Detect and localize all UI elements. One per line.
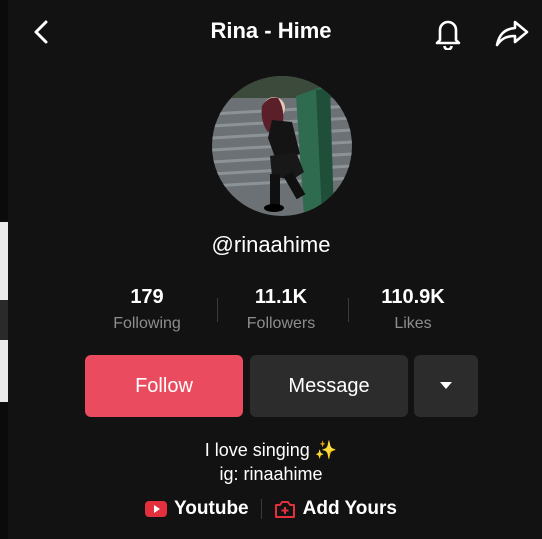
message-button[interactable]: Message xyxy=(250,355,408,417)
bell-icon xyxy=(435,20,461,50)
stat-value: 179 xyxy=(130,286,164,308)
add-yours-link-label: Add Yours xyxy=(302,498,397,519)
add-yours-icon xyxy=(274,501,295,518)
follow-button[interactable]: Follow xyxy=(85,355,243,417)
caret-down-icon xyxy=(440,382,452,389)
avatar-photo xyxy=(212,76,352,216)
youtube-icon xyxy=(145,501,168,517)
link-divider xyxy=(260,499,262,519)
profile-links: Youtube Add Yours xyxy=(0,496,542,522)
youtube-link[interactable]: Youtube xyxy=(145,498,249,520)
stat-value: 11.1K xyxy=(254,286,308,308)
bio-line: ig: rinaahime xyxy=(219,464,323,484)
stat-divider xyxy=(217,298,218,322)
stat-following[interactable]: 179 Following xyxy=(82,286,212,333)
profile-stats: 179 Following 11.1K Followers 110.9K Lik… xyxy=(0,286,542,342)
profile-bio: I love singing ✨ ig: rinaahime xyxy=(0,438,542,486)
username-handle: @rinaahime xyxy=(211,232,331,257)
stat-followers[interactable]: 11.1K Followers xyxy=(216,286,346,333)
share-button[interactable] xyxy=(490,13,534,53)
bio-line: I love singing ✨ xyxy=(204,440,338,460)
share-icon xyxy=(495,20,529,47)
stat-label: Likes xyxy=(394,315,432,332)
stat-label: Followers xyxy=(246,315,316,332)
stat-label: Following xyxy=(113,315,181,332)
add-yours-link[interactable]: Add Yours xyxy=(274,498,397,520)
profile-avatar[interactable] xyxy=(212,76,352,216)
youtube-link-label: Youtube xyxy=(174,498,249,519)
stat-likes[interactable]: 110.9K Likes xyxy=(348,286,478,333)
stat-divider xyxy=(348,298,349,322)
more-options-button[interactable] xyxy=(414,355,478,417)
notification-bell-button[interactable] xyxy=(428,13,468,53)
profile-header: Rina - Hime xyxy=(0,0,542,66)
stat-value: 110.9K xyxy=(381,286,445,308)
